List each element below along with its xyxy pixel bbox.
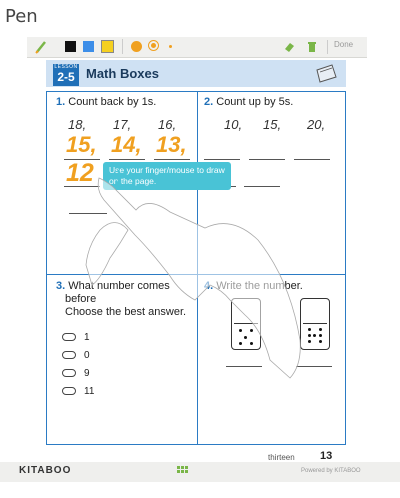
lesson-header: LESSON 2-5 Math Boxes	[46, 60, 346, 87]
radio-oval[interactable]	[62, 351, 76, 360]
toolbar-divider	[122, 39, 123, 54]
window-title: Pen	[5, 6, 38, 27]
answer-blank	[244, 186, 280, 187]
eraser-icon[interactable]	[283, 41, 295, 53]
answer-blank	[154, 159, 190, 160]
q2-given: 10,	[224, 117, 243, 132]
q2-given: 15,	[263, 117, 282, 132]
brush-small-icon[interactable]	[169, 45, 172, 48]
trash-icon[interactable]	[307, 40, 317, 53]
q1-handwritten-answer: 14,	[111, 132, 142, 157]
answer-blank	[296, 366, 332, 367]
brush-medium-icon[interactable]	[148, 40, 159, 51]
color-black-swatch[interactable]	[65, 41, 76, 52]
choice-option[interactable]: 0	[62, 350, 90, 361]
q2-prompt: 2. Count up by 5s.	[204, 96, 294, 108]
answer-blank	[294, 159, 330, 160]
pen-toolbar: Done	[27, 37, 367, 58]
q2-given: 20,	[307, 117, 326, 132]
lesson-badge: LESSON 2-5	[53, 64, 79, 86]
q1-handwritten-answer: 12	[66, 159, 94, 187]
page-word-number: thirteen	[268, 453, 295, 462]
grid-view-icon[interactable]	[177, 466, 189, 476]
radio-oval[interactable]	[62, 333, 76, 342]
kitaboo-logo: KITABOO	[19, 465, 72, 476]
toolbar-divider	[327, 40, 328, 54]
pen-icon[interactable]	[35, 40, 47, 54]
answer-blank	[204, 159, 240, 160]
answer-blank	[69, 213, 107, 214]
radio-oval[interactable]	[62, 369, 76, 378]
color-blue-swatch[interactable]	[83, 41, 94, 52]
q1-prompt: 1. Count back by 1s.	[56, 96, 157, 108]
lesson-number: 2-5	[57, 70, 75, 84]
q1-given: 17,	[113, 117, 132, 132]
domino-tile	[300, 298, 330, 350]
powered-by-text: Powered by KITABOO	[301, 468, 361, 474]
answer-blank	[109, 159, 145, 160]
choice-option[interactable]: 11	[62, 386, 94, 397]
radio-oval[interactable]	[62, 387, 76, 396]
q1-given: 18,	[68, 117, 87, 132]
worksheet-page[interactable]: LESSON 2-5 Math Boxes 1. Count back by 1…	[46, 60, 346, 458]
grid-vertical-divider	[197, 91, 198, 445]
answer-blank	[64, 186, 100, 187]
q1-given: 16,	[158, 117, 177, 132]
answer-blank	[249, 159, 285, 160]
draw-hint-tooltip: Use your finger/mouse to draw on the pag…	[103, 162, 231, 190]
choice-option[interactable]: 1	[62, 332, 90, 343]
q1-handwritten-answer: 15,	[66, 132, 97, 157]
brush-large-icon[interactable]	[131, 41, 142, 52]
grid-horizontal-divider	[46, 274, 346, 275]
page-number: 13	[320, 450, 333, 462]
done-button[interactable]: Done	[334, 40, 353, 49]
page-title: Math Boxes	[86, 66, 159, 81]
q1-handwritten-answer: 13,	[156, 132, 187, 157]
math-boxes-icon	[316, 64, 337, 83]
domino-tile	[231, 298, 261, 350]
color-yellow-swatch[interactable]	[101, 40, 114, 53]
q4-prompt: 4. Write the number.	[204, 280, 303, 292]
q3-prompt: 3. What number comes before Choose the b…	[56, 280, 187, 318]
choice-option[interactable]: 9	[62, 368, 90, 379]
answer-blank	[226, 366, 262, 367]
answer-blank	[64, 159, 100, 160]
